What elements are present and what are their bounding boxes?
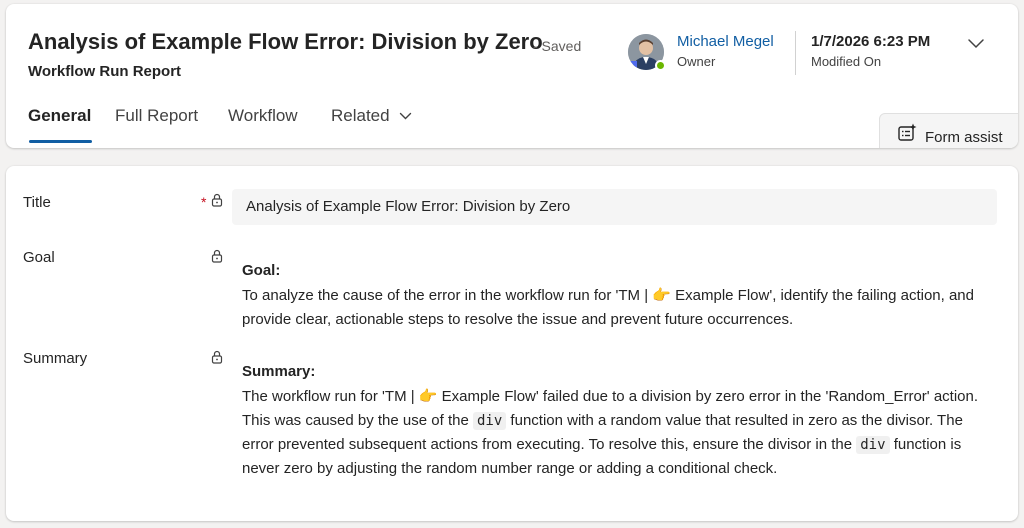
lock-icon xyxy=(211,350,223,364)
tab-workflow[interactable]: Workflow xyxy=(228,106,298,126)
inline-code: div xyxy=(472,412,507,430)
goal-heading: Goal: xyxy=(242,262,281,279)
modified-on-value: 1/7/2026 6:23 PM xyxy=(811,33,931,50)
form-assist-button[interactable]: Form assist xyxy=(879,113,1018,148)
active-tab-indicator xyxy=(29,140,92,143)
tab-general[interactable]: General xyxy=(28,106,91,126)
summary-text: The workflow run for 'TM | xyxy=(242,388,419,405)
chevron-down-icon[interactable] xyxy=(966,36,986,50)
form-assist-label: Form assist xyxy=(925,129,1003,146)
summary-field[interactable]: Summary: The workflow run for 'TM | 👉 Ex… xyxy=(242,360,992,481)
owner-name-link[interactable]: Michael Megel xyxy=(677,33,774,50)
presence-available-icon xyxy=(655,60,666,71)
goal-text: To analyze the cause of the error in the… xyxy=(242,287,653,304)
form-section: Title * Analysis of Example Flow Error: … xyxy=(6,166,1018,521)
tab-related[interactable]: Related xyxy=(331,106,390,126)
required-indicator: * xyxy=(201,194,207,210)
entity-type-label: Workflow Run Report xyxy=(28,63,182,80)
summary-field-label: Summary xyxy=(23,350,88,367)
lock-icon xyxy=(211,249,223,263)
title-field-label: Title xyxy=(23,194,51,211)
save-status: - Saved xyxy=(533,38,582,54)
summary-heading: Summary: xyxy=(242,363,316,380)
record-title: Analysis of Example Flow Error: Division… xyxy=(28,29,543,54)
goal-field-label: Goal xyxy=(23,249,55,266)
header-divider xyxy=(795,31,796,75)
tab-full-report[interactable]: Full Report xyxy=(115,106,198,126)
pointing-hand-emoji: 👉 xyxy=(652,286,671,304)
inline-code: div xyxy=(856,436,890,454)
record-header: Analysis of Example Flow Error: Division… xyxy=(6,4,1018,148)
lock-icon xyxy=(211,193,223,207)
goal-field[interactable]: Goal: To analyze the cause of the error … xyxy=(242,259,992,332)
owner-label: Owner xyxy=(677,54,716,69)
chevron-down-icon[interactable] xyxy=(399,112,412,121)
title-field[interactable]: Analysis of Example Flow Error: Division… xyxy=(232,189,997,225)
pointing-hand-emoji: 👉 xyxy=(418,387,438,405)
modified-on-label: Modified On xyxy=(811,54,882,69)
form-assist-icon xyxy=(898,123,917,141)
